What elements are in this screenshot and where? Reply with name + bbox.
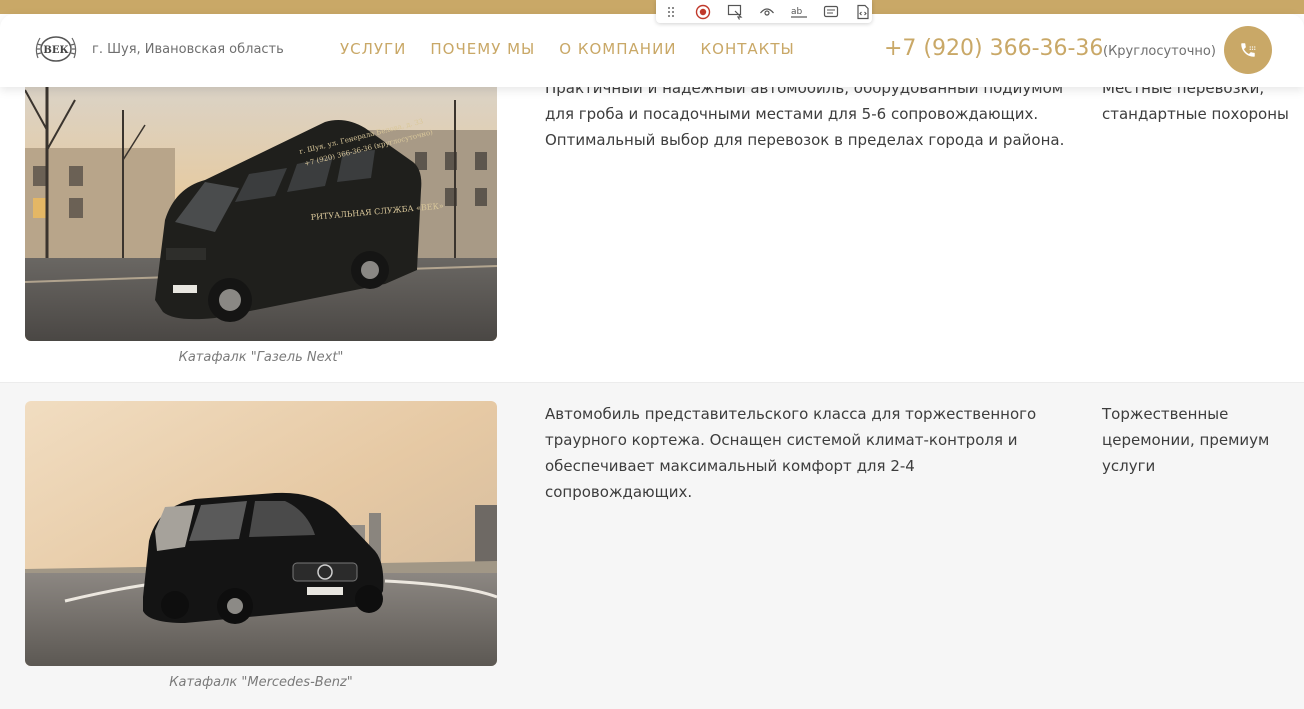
site-header: ВЕК г. Шуя, Ивановская область УСЛУГИ ПО… xyxy=(0,14,1304,87)
text-field-icon[interactable]: ab xyxy=(790,4,808,20)
svg-text:ab: ab xyxy=(791,7,803,17)
top-accent-bar xyxy=(0,0,1304,14)
record-icon[interactable] xyxy=(694,4,712,20)
mercedes-van-image xyxy=(25,401,497,666)
select-element-icon[interactable] xyxy=(726,4,744,20)
vehicle-row: Катафалк "Mercedes-Benz" Автомобиль пред… xyxy=(0,382,1304,709)
hours-label: (Круглосуточно) xyxy=(1103,44,1216,59)
drag-handle-icon[interactable] xyxy=(662,4,680,20)
call-button[interactable] xyxy=(1224,26,1272,74)
laurel-logo-icon: ВЕК xyxy=(35,36,77,62)
code-icon[interactable] xyxy=(854,4,872,20)
vehicle-caption: Катафалк "Газель Next" xyxy=(178,350,344,365)
nav-why-us[interactable]: ПОЧЕМУ МЫ xyxy=(430,40,535,58)
vehicle-photo-mercedes[interactable] xyxy=(25,401,497,666)
vehicle-caption: Катафалк "Mercedes-Benz" xyxy=(169,675,353,690)
eye-icon[interactable] xyxy=(758,4,776,20)
gazelle-van-image: г. Шуя, ул. Генерала Белова, д. 33 +7 (9… xyxy=(25,70,497,341)
vehicle-row: г. Шуя, ул. Генерала Белова, д. 33 +7 (9… xyxy=(0,56,1304,382)
vehicle-description: Автомобиль представительского класса для… xyxy=(545,405,1037,501)
phone-number-link[interactable]: +7 (920) 366-36-36 xyxy=(884,36,1103,61)
floating-toolbar: ab xyxy=(656,0,872,23)
nav-services[interactable]: УСЛУГИ xyxy=(340,40,406,58)
nav-about[interactable]: О КОМПАНИИ xyxy=(559,40,676,58)
vehicle-photo-gazelle[interactable]: г. Шуя, ул. Генерала Белова, д. 33 +7 (9… xyxy=(25,70,497,341)
phone-icon xyxy=(1241,43,1256,57)
nav-contacts[interactable]: КОНТАКТЫ xyxy=(701,40,795,58)
company-logo[interactable]: ВЕК xyxy=(32,30,80,68)
logo-text: ВЕК xyxy=(43,45,68,56)
main-nav: УСЛУГИ ПОЧЕМУ МЫ О КОМПАНИИ КОНТАКТЫ xyxy=(340,40,795,58)
comment-icon[interactable] xyxy=(822,4,840,20)
vehicle-use: Торжественные церемонии, премиум услуги xyxy=(1102,405,1270,475)
region-label: г. Шуя, Ивановская область xyxy=(92,42,284,57)
